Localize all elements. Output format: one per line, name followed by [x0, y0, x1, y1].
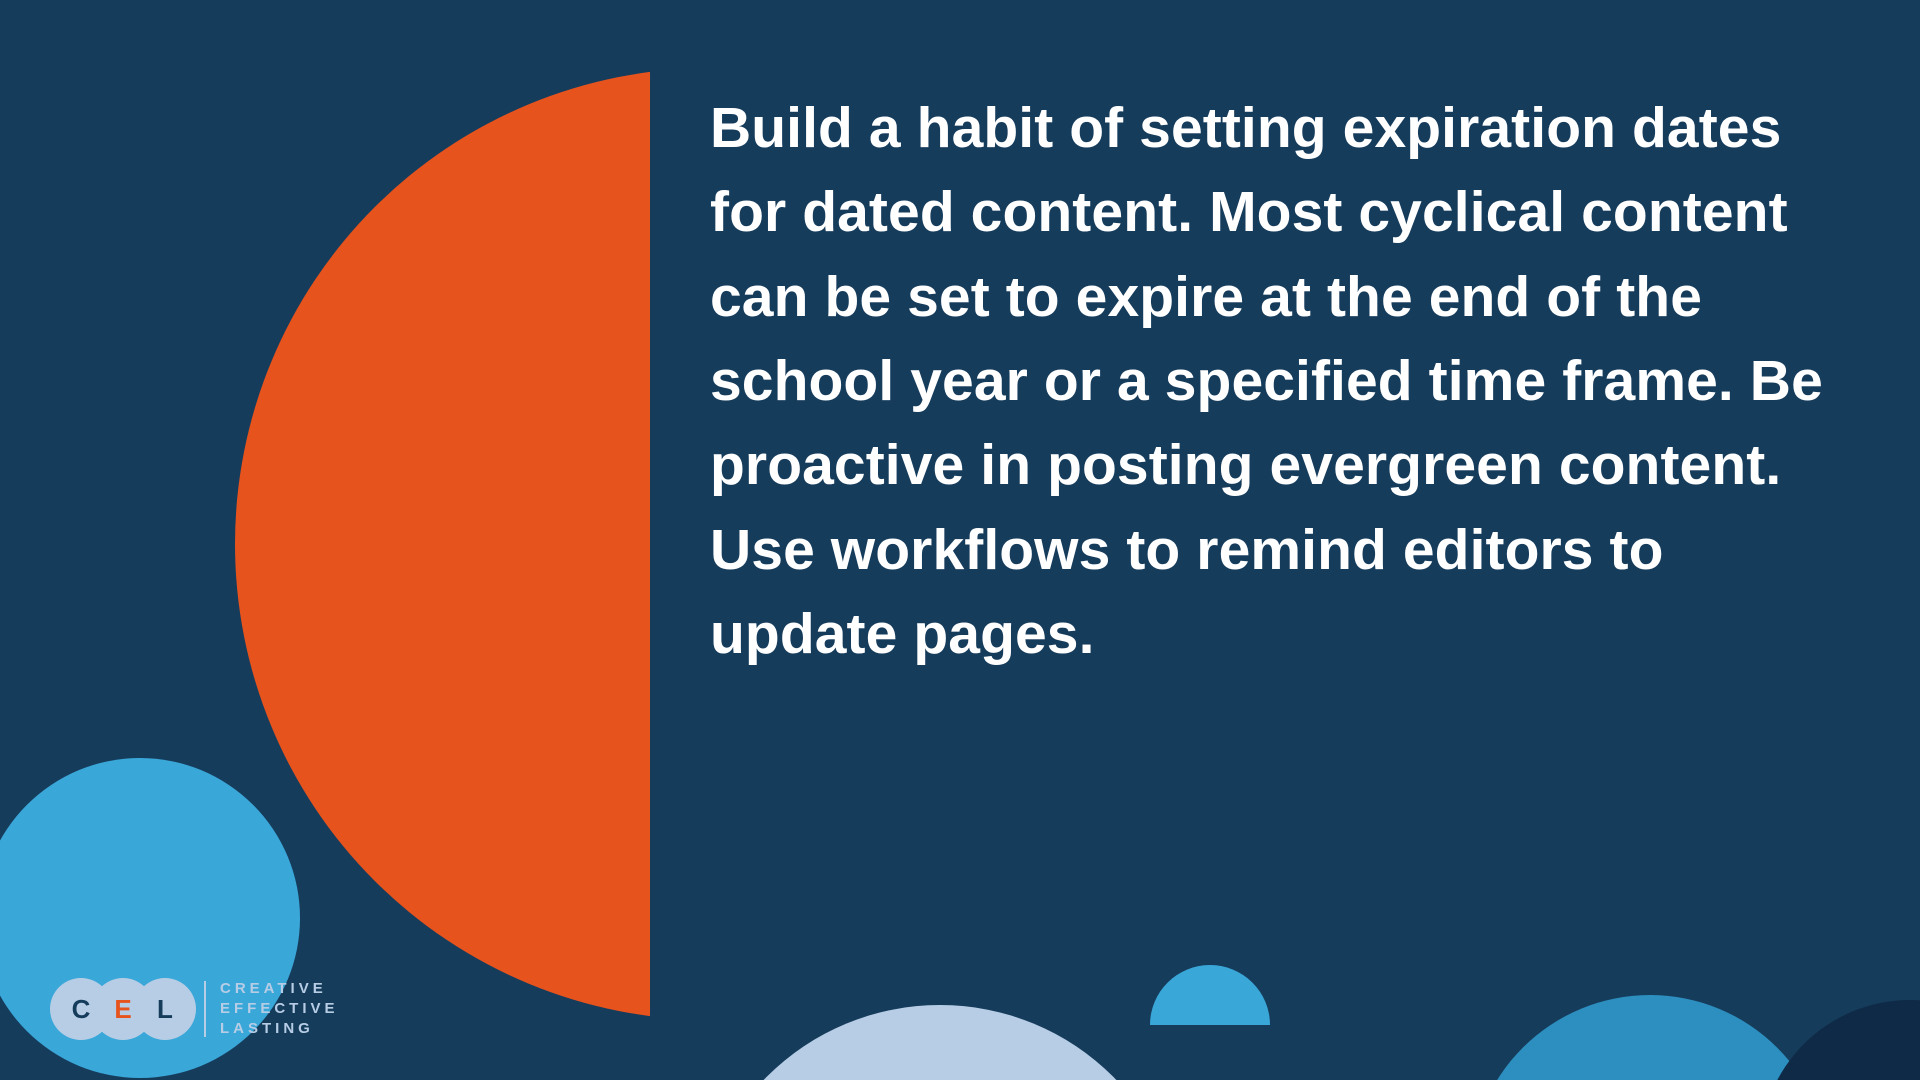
logo-divider — [204, 981, 206, 1037]
logo-tagline: CREATIVE EFFECTIVE LASTING — [220, 979, 339, 1040]
small-half-circle — [1150, 965, 1270, 1025]
cel-logo: C E L CREATIVE EFFECTIVE LASTING — [50, 974, 339, 1044]
logo-letter-l: L — [134, 978, 196, 1040]
mid-blue-circle-right — [1470, 995, 1830, 1080]
dark-navy-circle-right — [1760, 1000, 1920, 1080]
logo-word-creative: CREATIVE — [220, 979, 339, 999]
logo-word-lasting: LASTING — [220, 1019, 339, 1039]
orange-half-circle-shape — [235, 68, 650, 1020]
slide-body-text: Build a habit of setting expiration date… — [710, 86, 1845, 677]
pale-blue-circle-bottom — [695, 1005, 1185, 1080]
logo-word-effective: EFFECTIVE — [220, 999, 339, 1019]
slide: Build a habit of setting expiration date… — [0, 0, 1920, 1080]
logo-circles: C E L — [50, 978, 198, 1040]
